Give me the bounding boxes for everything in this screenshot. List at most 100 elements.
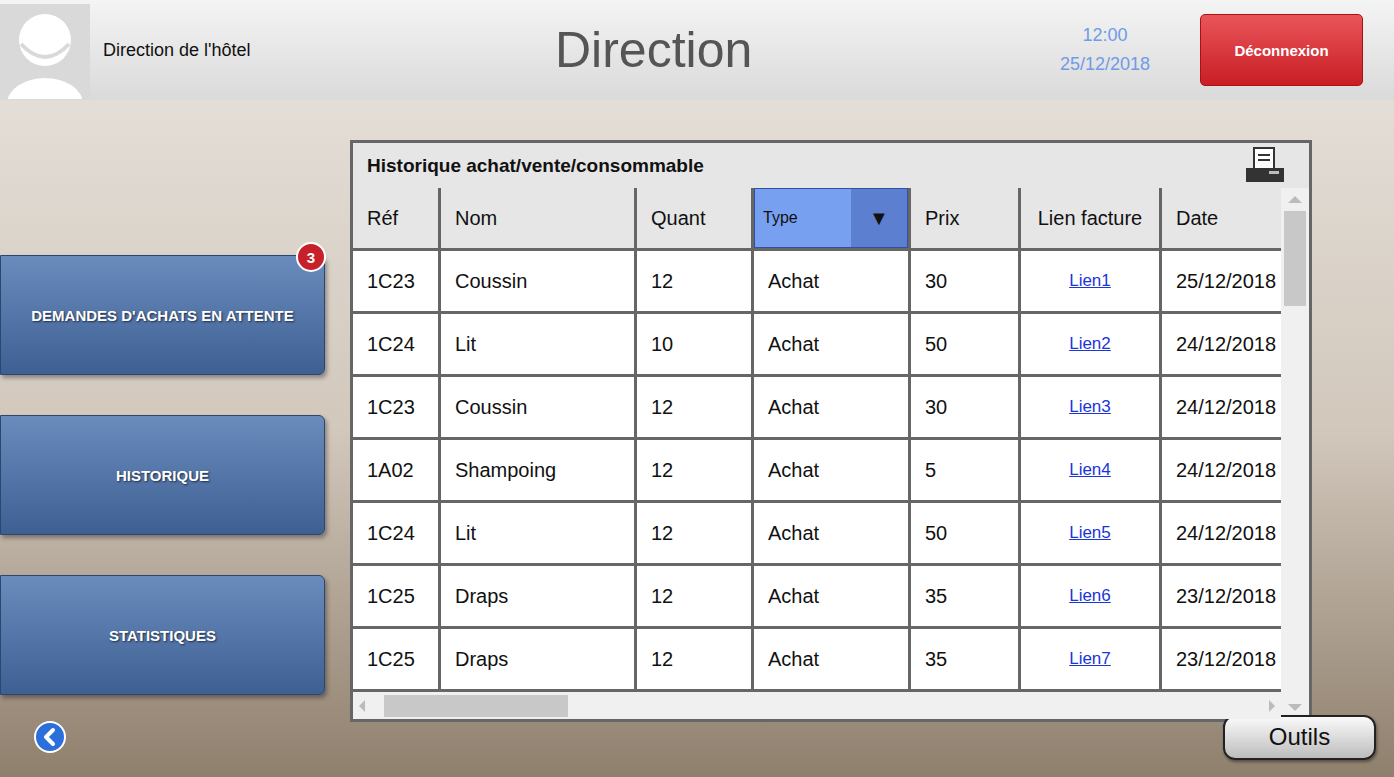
cell-text: Achat (768, 333, 819, 356)
table-cell: 24/12/2018 (1162, 314, 1299, 374)
table-cell: 1C24 (353, 314, 438, 374)
table-cell: 12 (637, 566, 751, 626)
table-cell: Achat (754, 629, 908, 689)
cell-text: Lit (455, 522, 476, 545)
avatar-icon (0, 4, 90, 99)
badge: 3 (296, 242, 326, 272)
cell-text: 1C24 (367, 522, 415, 545)
table-cell: Coussin (441, 251, 634, 311)
table-cell: Lien7 (1021, 629, 1159, 689)
table-cell: 1C23 (353, 251, 438, 311)
scroll-thumb[interactable] (1284, 211, 1306, 306)
page: Direction de l'hôtelDirection 12:00 25/12/… (0, 0, 1394, 777)
horizontal-scrollbar[interactable] (353, 692, 1281, 719)
cell-text: Coussin (455, 270, 527, 293)
table-cell: Shampoing (441, 440, 634, 500)
table-cell: 1C23 (353, 377, 438, 437)
sidebar-item[interactable]: HISTORIQUE (0, 415, 325, 535)
cell-text: 12 (651, 396, 673, 419)
table-cell: Achat (754, 566, 908, 626)
logout-button[interactable]: Déconnexion (1200, 14, 1363, 86)
invoice-link[interactable]: Lien6 (1069, 586, 1111, 606)
invoice-link[interactable]: Lien3 (1069, 397, 1111, 417)
sidebar-label: DEMANDES D'ACHATS EN ATTENTE (31, 307, 293, 324)
cell-text: 1C23 (367, 396, 415, 419)
table-cell: 50 (911, 314, 1018, 374)
cell-text: 24/12/2018 (1176, 522, 1276, 545)
clock: 12:00 25/12/2018 (1050, 25, 1160, 75)
time: 12:00 (1082, 25, 1127, 46)
sidebar-item[interactable]: DEMANDES D'ACHATS EN ATTENTE3 (0, 255, 325, 375)
cell-text: Draps (455, 648, 508, 671)
table-cell: Achat (754, 251, 908, 311)
scroll-thumb[interactable] (384, 695, 568, 717)
table-cell: 5 (911, 440, 1018, 500)
cell-text: 1C25 (367, 585, 415, 608)
sidebar: DEMANDES D'ACHATS EN ATTENTE3HISTORIQUES… (0, 100, 325, 697)
table-cell: Draps (441, 566, 634, 626)
column-header[interactable]: Prix (911, 188, 1018, 248)
cell-text: 1C25 (367, 648, 415, 671)
table-cell: 24/12/2018 (1162, 503, 1299, 563)
table-cell: 12 (637, 503, 751, 563)
sidebar-item[interactable]: STATISTIQUES (0, 575, 325, 695)
column-header[interactable]: Réf (353, 188, 438, 248)
cell-text: 12 (651, 270, 673, 293)
page-title: Direction (555, 21, 752, 79)
table-cell: Coussin (441, 377, 634, 437)
back-icon[interactable] (34, 721, 66, 753)
user-area: Direction de l'hôtel (0, 0, 555, 100)
table-cell: 25/12/2018 (1162, 251, 1299, 311)
table-cell: Lien4 (1021, 440, 1159, 500)
cell-text: 24/12/2018 (1176, 333, 1276, 356)
cell-text: 12 (651, 585, 673, 608)
cell-text: 25/12/2018 (1176, 270, 1276, 293)
scroll-down-icon[interactable] (1288, 704, 1302, 711)
cell-text: 23/12/2018 (1176, 648, 1276, 671)
column-header[interactable]: Nom (441, 188, 634, 248)
table-cell: Lien6 (1021, 566, 1159, 626)
header: Direction de l'hôtelDirection 12:00 25/12/… (0, 0, 1394, 100)
table-cell: 12 (637, 629, 751, 689)
sidebar-label: STATISTIQUES (109, 627, 216, 644)
scroll-left-icon[interactable] (359, 700, 365, 712)
column-header[interactable]: Lien facture (1021, 188, 1159, 248)
table-cell: 1C24 (353, 503, 438, 563)
cell-text: 24/12/2018 (1176, 396, 1276, 419)
table-cell: 24/12/2018 (1162, 440, 1299, 500)
cell-text: 12 (651, 648, 673, 671)
printer-icon[interactable] (1243, 146, 1287, 186)
table: RéfNomQuantType▼PrixLien factureDate1C23… (353, 188, 1281, 692)
invoice-link[interactable]: Lien5 (1069, 523, 1111, 543)
invoice-link[interactable]: Lien4 (1069, 460, 1111, 480)
table-cell: 1C25 (353, 629, 438, 689)
cell-text: 1C24 (367, 333, 415, 356)
scroll-right-icon[interactable] (1269, 700, 1275, 712)
column-header[interactable]: Quant (637, 188, 751, 248)
table-cell: 1C25 (353, 566, 438, 626)
cell-text: Achat (768, 522, 819, 545)
invoice-link[interactable]: Lien7 (1069, 649, 1111, 669)
scroll-up-icon[interactable] (1288, 196, 1302, 203)
cell-text: 5 (925, 459, 936, 482)
cell-text: 35 (925, 648, 947, 671)
date: 25/12/2018 (1060, 54, 1150, 75)
column-header[interactable]: Date (1162, 188, 1299, 248)
type-filter-dropdown[interactable]: Type▼ (754, 188, 908, 248)
invoice-link[interactable]: Lien2 (1069, 334, 1111, 354)
cell-text: Draps (455, 585, 508, 608)
cell-text: Achat (768, 270, 819, 293)
vertical-scrollbar[interactable] (1281, 188, 1309, 719)
table-cell: Lit (441, 314, 634, 374)
table-cell: 12 (637, 440, 751, 500)
main: Historique achat/vente/consommableRéfNom… (325, 100, 1312, 697)
table-cell: 12 (637, 251, 751, 311)
invoice-link[interactable]: Lien1 (1069, 271, 1111, 291)
cell-text: 24/12/2018 (1176, 459, 1276, 482)
table-cell: Achat (754, 314, 908, 374)
cell-text: 23/12/2018 (1176, 585, 1276, 608)
table-cell: 12 (637, 377, 751, 437)
table-cell: 10 (637, 314, 751, 374)
tools-button[interactable]: Outils (1223, 715, 1376, 760)
panel-title-bar: Historique achat/vente/consommable (353, 143, 1309, 188)
